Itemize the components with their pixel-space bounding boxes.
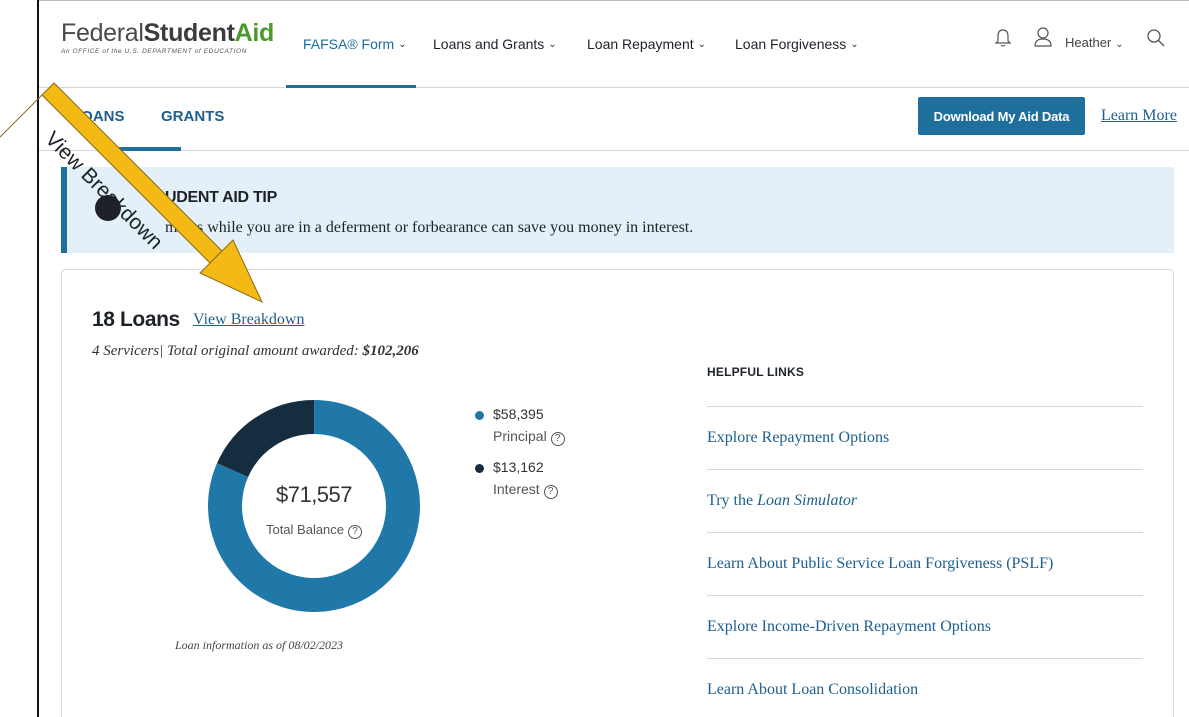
help-icon[interactable]: ? — [550, 432, 565, 446]
tab-grants[interactable]: GRANTS — [161, 108, 224, 125]
nav-active-indicator — [286, 85, 416, 88]
servicers-summary: 4 Servicers| Total original amount award… — [92, 343, 419, 359]
helpful-links-list: Explore Repayment Options Try the Loan S… — [707, 406, 1143, 717]
interest-value: $13,162 — [493, 459, 544, 475]
loan-consolidation-link[interactable]: Learn About Loan Consolidation — [707, 681, 918, 699]
list-item: Learn About Public Service Loan Forgiven… — [707, 532, 1143, 595]
loan-simulator-link[interactable]: Try the Loan Simulator — [707, 492, 857, 510]
legend-interest-dot — [475, 464, 484, 473]
chevron-down-icon: ⌄ — [1115, 39, 1124, 50]
aid-tabs-bar: LOANS GRANTS Download My Aid Data Learn … — [39, 89, 1189, 151]
tab-active-indicator — [99, 147, 181, 151]
nav-loan-repayment[interactable]: Loan Repayment ⌄ — [587, 0, 706, 88]
tab-loans[interactable]: LOANS — [72, 108, 125, 125]
interest-label: Interest? — [493, 481, 558, 499]
idr-options-link[interactable]: Explore Income-Driven Repayment Options — [707, 618, 991, 636]
bell-icon[interactable] — [994, 28, 1012, 48]
learn-more-link[interactable]: Learn More — [1101, 107, 1177, 125]
legend-principal-dot — [475, 411, 484, 420]
total-balance-value: $71,557 — [275, 482, 353, 507]
chevron-down-icon: ⌄ — [850, 38, 859, 50]
list-item: Explore Repayment Options — [707, 406, 1143, 469]
list-item: Learn About Loan Consolidation — [707, 658, 1143, 717]
nav-loans-and-grants[interactable]: Loans and Grants ⌄ — [433, 0, 557, 88]
loan-info-date: Loan information as of 08/02/2023 — [175, 638, 344, 652]
helpful-links-title: HELPFUL LINKS — [707, 365, 805, 379]
list-item: Try the Loan Simulator — [707, 469, 1143, 532]
principal-label: Principal? — [493, 428, 565, 446]
logo-wordmark: FederalStudentAid — [61, 19, 274, 47]
loans-count-title: 18 Loans — [92, 308, 180, 331]
loans-summary-card: 18 Loans View Breakdown 4 Servicers| Tot… — [61, 269, 1174, 717]
tip-body: ments while you are in a deferment or fo… — [165, 219, 694, 236]
explore-repayment-options-link[interactable]: Explore Repayment Options — [707, 429, 889, 447]
help-icon[interactable]: ? — [348, 525, 363, 539]
nav-fafsa-form[interactable]: FAFSA® Form ⌄ — [303, 0, 407, 88]
chevron-down-icon: ⌄ — [398, 38, 407, 50]
view-breakdown-link[interactable]: View Breakdown — [193, 311, 304, 329]
download-aid-data-button[interactable]: Download My Aid Data — [918, 97, 1085, 135]
student-aid-tip-banner: UDENT AID TIP ments while you are in a d… — [61, 167, 1174, 253]
principal-value: $58,395 — [493, 406, 544, 422]
user-menu[interactable]: Heather ⌄ — [1065, 35, 1124, 50]
user-icon[interactable] — [1033, 26, 1053, 48]
search-icon[interactable] — [1146, 28, 1166, 48]
chevron-down-icon: ⌄ — [697, 38, 707, 50]
tip-icon — [95, 195, 121, 221]
chevron-down-icon: ⌄ — [548, 38, 557, 50]
pslf-link[interactable]: Learn About Public Service Loan Forgiven… — [707, 555, 1053, 573]
federal-student-aid-logo[interactable]: FederalStudentAid An OFFICE of the U.S. … — [61, 20, 274, 55]
site-header: FederalStudentAid An OFFICE of the U.S. … — [39, 0, 1189, 88]
logo-subtitle: An OFFICE of the U.S. DEPARTMENT of EDUC… — [61, 48, 247, 55]
nav-loan-forgiveness[interactable]: Loan Forgiveness ⌄ — [735, 0, 859, 88]
total-balance-label: Total Balance? — [208, 522, 420, 539]
list-item: Explore Income-Driven Repayment Options — [707, 595, 1143, 658]
tip-title: UDENT AID TIP — [165, 189, 277, 206]
help-icon[interactable]: ? — [543, 485, 558, 499]
